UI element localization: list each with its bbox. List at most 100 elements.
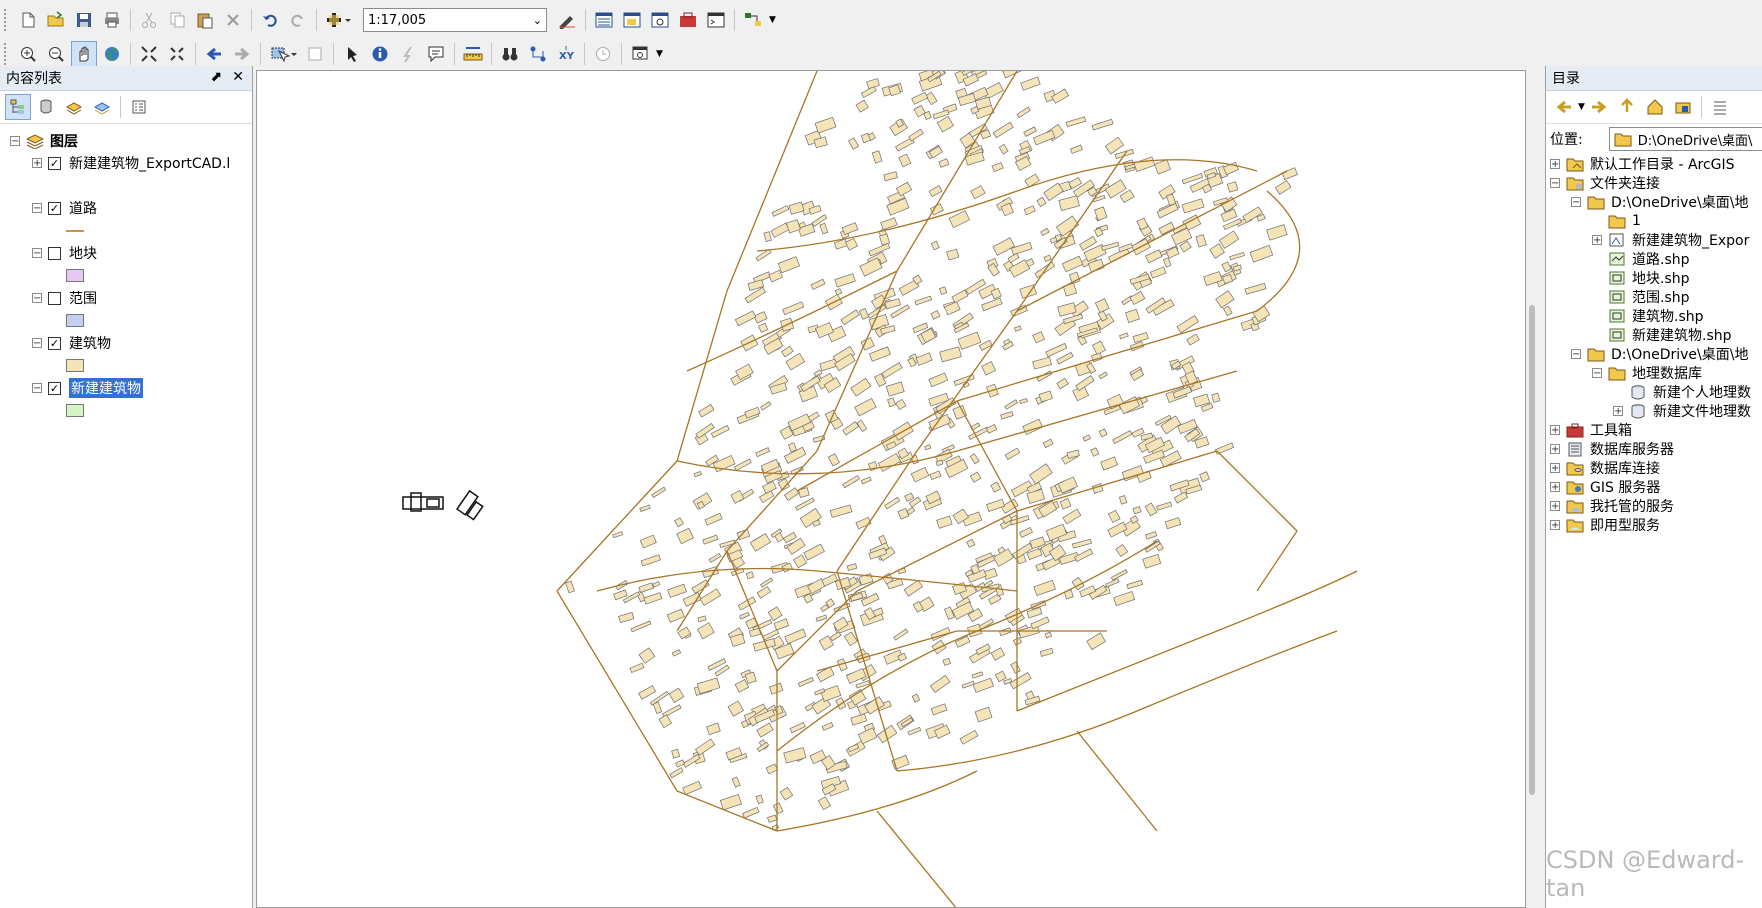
expand-icon[interactable]: + <box>1613 405 1623 416</box>
building-footprint[interactable] <box>1173 491 1189 504</box>
building-footprint[interactable] <box>773 618 790 631</box>
list-by-drawing-order-icon[interactable] <box>5 94 31 120</box>
building-footprint[interactable] <box>731 776 741 788</box>
building-footprint[interactable] <box>879 233 890 246</box>
building-footprint[interactable] <box>1199 471 1210 483</box>
python-window-icon[interactable] <box>703 7 729 33</box>
building-footprint[interactable] <box>669 767 684 779</box>
building-footprint[interactable] <box>1000 410 1014 420</box>
go-to-xy-icon[interactable]: XY <box>553 41 579 67</box>
building-footprint[interactable] <box>883 171 898 182</box>
building-footprint[interactable] <box>651 486 667 499</box>
building-footprint[interactable] <box>834 273 856 288</box>
layer-visibility-checkbox[interactable]: ✓ <box>48 381 61 395</box>
building-footprint[interactable] <box>850 713 868 726</box>
find-binoculars-icon[interactable] <box>497 41 523 67</box>
building-footprint[interactable] <box>908 128 924 142</box>
redo-icon[interactable] <box>285 7 311 33</box>
building-footprint[interactable] <box>974 706 993 723</box>
building-footprint[interactable] <box>699 588 722 607</box>
building-footprint[interactable] <box>1211 392 1221 403</box>
select-features-icon[interactable] <box>266 41 300 67</box>
building-footprint[interactable] <box>730 489 745 504</box>
building-footprint[interactable] <box>758 322 769 333</box>
list-by-selection-icon[interactable] <box>89 94 115 120</box>
building-footprint[interactable] <box>1181 198 1205 214</box>
building-footprint[interactable] <box>785 352 806 371</box>
building-footprint[interactable] <box>935 459 944 467</box>
building-footprint[interactable] <box>1226 181 1239 193</box>
building-footprint[interactable] <box>924 444 932 451</box>
building-footprint[interactable] <box>1010 661 1021 674</box>
building-footprint[interactable] <box>1215 290 1235 309</box>
building-footprint[interactable] <box>1065 116 1087 128</box>
building-footprint[interactable] <box>1098 371 1108 380</box>
building-footprint[interactable] <box>696 677 721 695</box>
building-footprint[interactable] <box>994 670 1007 683</box>
go-forward-icon[interactable] <box>229 41 255 67</box>
building-footprint[interactable] <box>858 308 870 320</box>
building-footprint[interactable] <box>930 703 948 716</box>
find-route-icon[interactable] <box>525 41 551 67</box>
building-footprint[interactable] <box>639 534 657 549</box>
building-footprint[interactable] <box>877 452 902 472</box>
building-footprint[interactable] <box>1062 508 1082 525</box>
building-footprint[interactable] <box>817 796 831 811</box>
building-footprint[interactable] <box>762 480 777 494</box>
chevron-down-icon[interactable]: ▼ <box>1578 102 1585 112</box>
building-footprint[interactable] <box>1162 257 1172 268</box>
building-footprint[interactable] <box>970 185 986 200</box>
catalog-item[interactable]: 1 <box>1592 211 1641 230</box>
building-footprint[interactable] <box>708 552 722 563</box>
building-footprint[interactable] <box>612 531 624 539</box>
catalog-item[interactable]: + 工具箱 <box>1550 420 1632 439</box>
building-footprint[interactable] <box>952 404 968 420</box>
building-footprint[interactable] <box>1115 544 1129 558</box>
building-footprint[interactable] <box>820 685 842 702</box>
building-footprint[interactable] <box>911 693 921 703</box>
catalog-item[interactable]: + 我托管的服务 <box>1550 496 1674 515</box>
building-footprint[interactable] <box>992 548 1014 567</box>
road-line[interactable] <box>556 590 778 832</box>
building-footprint[interactable] <box>676 527 694 545</box>
building-footprint[interactable] <box>1221 261 1232 273</box>
building-footprint[interactable] <box>842 474 861 489</box>
building-footprint[interactable] <box>613 589 628 601</box>
building-footprint[interactable] <box>795 497 815 511</box>
up-one-level-icon[interactable] <box>1614 94 1640 120</box>
building-footprint[interactable] <box>1091 340 1106 355</box>
building-footprint[interactable] <box>868 346 891 362</box>
building-footprint[interactable] <box>939 286 948 295</box>
building-footprint[interactable] <box>881 362 903 379</box>
layers-root-row[interactable]: − 图层 <box>10 130 78 152</box>
road-line[interactable] <box>1076 730 1158 832</box>
building-footprint[interactable] <box>842 421 860 436</box>
time-slider-icon[interactable] <box>590 41 616 67</box>
building-footprint[interactable] <box>1030 616 1050 630</box>
building-footprint[interactable] <box>913 104 926 118</box>
building-footprint[interactable] <box>990 481 1002 493</box>
options-icon[interactable] <box>126 94 152 120</box>
building-footprint[interactable] <box>697 615 707 623</box>
building-footprint[interactable] <box>841 222 859 235</box>
building-footprint[interactable] <box>760 401 772 411</box>
building-footprint[interactable] <box>1062 282 1078 297</box>
building-footprint[interactable] <box>1266 224 1288 241</box>
open-folder-icon[interactable] <box>43 7 69 33</box>
building-footprint[interactable] <box>630 620 652 633</box>
building-footprint[interactable] <box>990 647 1006 661</box>
building-footprint[interactable] <box>643 592 663 605</box>
building-footprint[interactable] <box>1274 179 1292 195</box>
building-footprint[interactable] <box>929 674 951 693</box>
expand-icon[interactable]: + <box>32 158 42 169</box>
building-footprint[interactable] <box>768 682 784 695</box>
layer-row[interactable]: − 地块 <box>32 242 97 264</box>
building-footprint[interactable] <box>985 424 998 434</box>
building-footprint[interactable] <box>1129 290 1146 306</box>
building-footprint[interactable] <box>855 99 869 113</box>
building-footprint[interactable] <box>675 759 685 768</box>
building-footprint[interactable] <box>1165 193 1177 206</box>
building-footprint[interactable] <box>907 726 922 736</box>
catalog-item[interactable]: − D:\OneDrive\桌面\地 <box>1571 344 1748 363</box>
collapse-icon[interactable]: − <box>10 136 20 147</box>
